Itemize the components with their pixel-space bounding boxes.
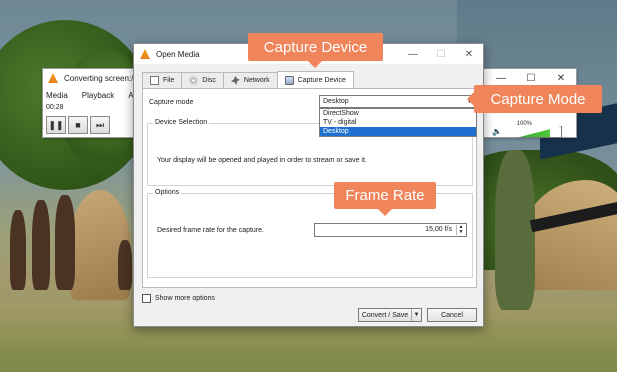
- volume-label: 100%: [516, 121, 532, 127]
- callout-capture-device: Capture Device: [248, 33, 383, 68]
- callout-frame-rate: Frame Rate: [334, 182, 436, 216]
- capture-icon: [284, 75, 294, 85]
- file-icon: [150, 76, 159, 85]
- minimize-button[interactable]: —: [399, 44, 427, 64]
- show-more-checkbox[interactable]: [142, 294, 151, 303]
- elapsed-time: 00:28: [46, 104, 64, 111]
- cancel-button[interactable]: Cancel: [427, 308, 477, 322]
- device-selection-text: Your display will be opened and played i…: [157, 157, 367, 164]
- converting-window-title: Converting screen://: [64, 73, 136, 83]
- callout-capture-mode: Capture Mode: [467, 85, 602, 113]
- capture-mode-dropdown: DirectShow TV - digital Desktop: [319, 108, 477, 137]
- tab-disc[interactable]: Disc: [181, 72, 224, 88]
- frame-rate-spinbox[interactable]: 15,00 f/s ▲ ▼: [314, 223, 467, 237]
- tab-bar: File Disc Network Capture Device: [142, 71, 354, 88]
- capture-mode-label: Capture mode: [149, 99, 194, 106]
- chevron-down-icon[interactable]: ▼: [411, 309, 421, 321]
- menu-playback[interactable]: Playback: [82, 91, 114, 100]
- stop-button[interactable]: ■: [68, 116, 88, 134]
- dropdown-option[interactable]: TV - digital: [320, 118, 476, 127]
- menu-bar: Media Playback Au: [43, 88, 138, 102]
- close-button[interactable]: ✕: [455, 44, 483, 64]
- speaker-icon[interactable]: 🔈: [492, 127, 502, 136]
- spin-arrows-icon[interactable]: ▲ ▼: [456, 225, 465, 235]
- menu-media[interactable]: Media: [46, 91, 68, 100]
- capture-mode-value: Desktop: [323, 98, 349, 105]
- maximize-button[interactable]: ☐: [427, 44, 455, 64]
- dropdown-option[interactable]: DirectShow: [320, 109, 476, 118]
- pause-button[interactable]: ❚❚: [46, 116, 66, 134]
- show-more-options[interactable]: Show more options: [142, 294, 215, 303]
- tab-capture-device[interactable]: Capture Device: [276, 71, 354, 88]
- next-button[interactable]: ⏭: [90, 116, 110, 134]
- vlc-cone-icon: [48, 73, 58, 83]
- tab-file[interactable]: File: [142, 72, 183, 88]
- frame-rate-value: 15,00 f/s: [425, 226, 452, 233]
- device-selection-legend: Device Selection: [153, 119, 210, 126]
- disc-icon: [189, 76, 199, 85]
- show-more-label: Show more options: [155, 295, 215, 302]
- dialog-title: Open Media: [156, 49, 200, 59]
- tab-label: Capture Device: [297, 76, 346, 84]
- volume-slider[interactable]: [516, 126, 562, 138]
- dropdown-option-selected[interactable]: Desktop: [320, 127, 476, 136]
- tab-label: File: [163, 77, 175, 84]
- dialog-window-controls: — ☐ ✕: [399, 44, 483, 64]
- convert-save-label: Convert / Save: [361, 311, 409, 319]
- network-icon: [230, 76, 240, 85]
- tab-label: Disc: [202, 77, 216, 84]
- vlc-cone-icon: [140, 49, 150, 59]
- convert-save-button[interactable]: Convert / Save ▼: [358, 308, 422, 322]
- options-legend: Options: [153, 189, 182, 196]
- tab-label: Network: [243, 77, 270, 84]
- tab-network[interactable]: Network: [222, 72, 278, 88]
- playback-controls: ❚❚ ■ ⏭: [46, 116, 110, 134]
- frame-rate-label: Desired frame rate for the capture.: [157, 227, 264, 234]
- capture-mode-select[interactable]: Desktop ▼: [319, 95, 477, 108]
